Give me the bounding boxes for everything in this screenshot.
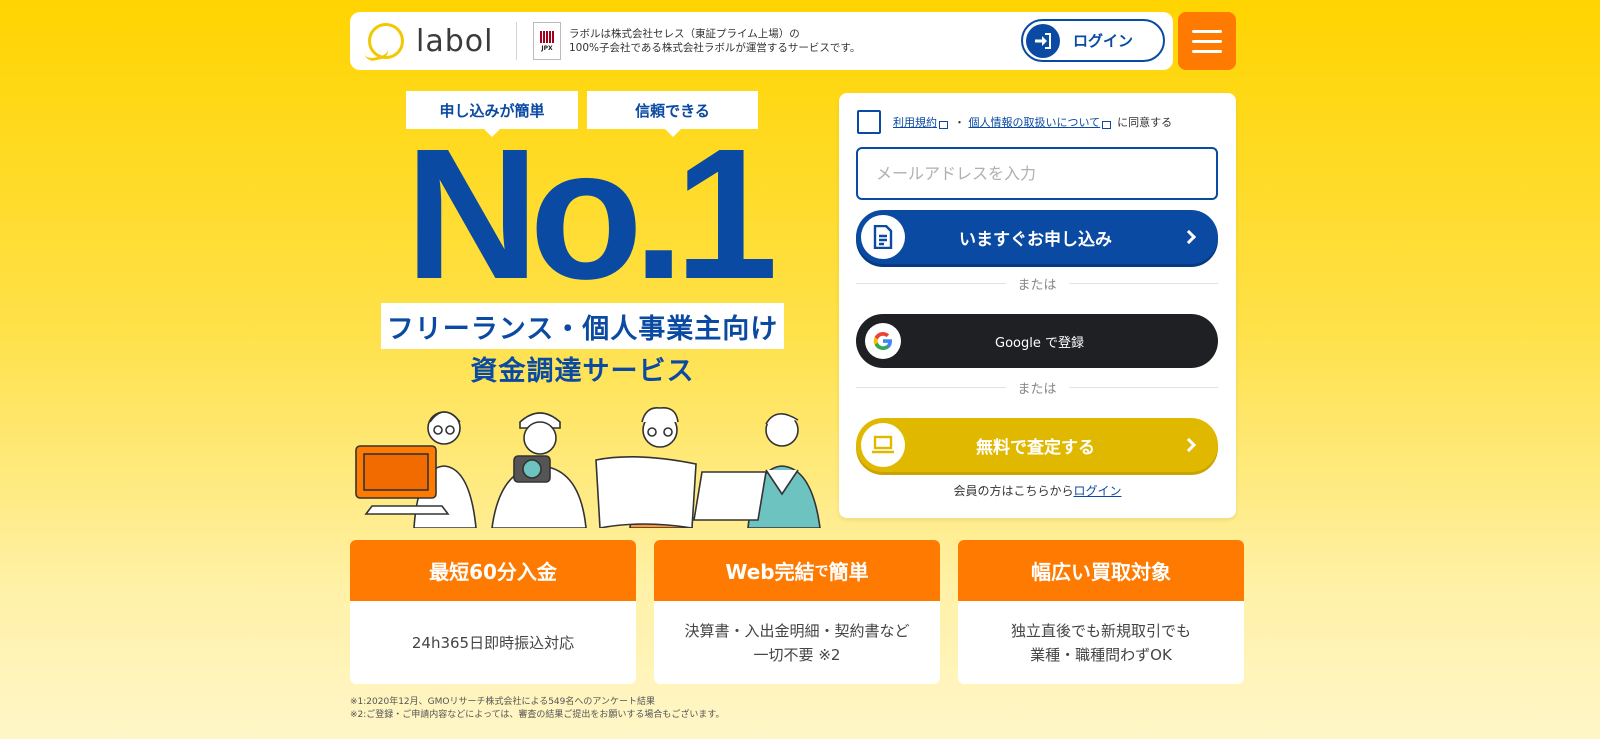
google-icon <box>865 323 901 359</box>
free-assessment-button[interactable]: 無料で査定する <box>856 418 1218 472</box>
external-link-icon <box>939 121 948 129</box>
labol-logo[interactable]: labol <box>368 19 498 63</box>
hamburger-icon-bar <box>1192 49 1222 53</box>
feature-title-text: Web完結 <box>725 560 815 584</box>
feature-title-text: 幅広い買取対象 <box>1031 560 1171 584</box>
feature-body: 決算書・入出金明細・契約書など 一切不要 ※2 <box>654 601 940 684</box>
jpx-mark-icon <box>540 30 554 43</box>
document-icon <box>861 215 905 259</box>
hero-subtitle-line2: 資金調達サービス <box>470 355 695 387</box>
feature-title: 最短60分入金 <box>350 540 636 601</box>
jpx-label: JPX <box>541 44 553 52</box>
privacy-link[interactable]: 個人情報の取扱いについて <box>969 114 1101 130</box>
logo-mark-icon <box>368 23 404 59</box>
jpx-logo: JPX <box>533 22 561 60</box>
signup-card: 利用規約 ・ 個人情報の取扱いについて に同意する いますぐお申し込み または <box>839 93 1236 518</box>
member-login-link[interactable]: ログイン <box>1074 484 1122 498</box>
feature-card-wide-coverage: 幅広い買取対象 独立直後でも新規取引でも 業種・職種問わずOK <box>958 540 1244 684</box>
or-label: または <box>1017 382 1057 397</box>
header-note-line1: ラボルは株式会社セレス（東証プライム上場）の <box>569 28 800 40</box>
agree-suffix: に同意する <box>1117 116 1173 129</box>
chevron-right-icon <box>1181 229 1197 245</box>
google-signup-button[interactable]: Google で登録 <box>856 314 1218 368</box>
header-note-line2: 100%子会社である株式会社ラボルが運営するサービスです。 <box>569 42 861 54</box>
feature-body: 独立直後でも新規取引でも 業種・職種問わずOK <box>958 601 1244 684</box>
site-header: labol JPX ラボルは株式会社セレス（東証プライム上場）の 100%子会社… <box>350 12 1173 70</box>
footnotes: ※1:2020年12月、GMOリサーチ株式会社による549名へのアンケート結果 … <box>350 696 725 722</box>
feature-title-small: で <box>814 563 829 580</box>
hamburger-icon-bar <box>1192 29 1222 33</box>
separator: ・ <box>954 116 965 129</box>
apply-now-label: いますぐお申し込み <box>959 229 1112 250</box>
header-note: ラボルは株式会社セレス（東証プライム上場）の 100%子会社である株式会社ラボル… <box>569 27 879 55</box>
feature-line1: 独立直後でも新規取引でも <box>1010 621 1191 640</box>
or-label: または <box>1017 278 1057 293</box>
feature-title-text: 最短60分入金 <box>429 560 557 584</box>
member-text: 会員の方はこちらから <box>953 484 1074 498</box>
feature-card-web-complete: Web完結で簡単 決算書・入出金明細・契約書など 一切不要 ※2 <box>654 540 940 684</box>
feature-title: 幅広い買取対象 <box>958 540 1244 601</box>
logo-text: labol <box>416 23 494 59</box>
login-button[interactable]: ログイン <box>1021 19 1165 62</box>
menu-button[interactable] <box>1178 12 1236 70</box>
hero-subtitle-line1: フリーランス・個人事業主向け <box>381 303 784 349</box>
feature-title-after: 簡単 <box>828 560 869 584</box>
login-arrow-icon <box>1026 23 1060 58</box>
agree-text: 利用規約 ・ 個人情報の取扱いについて に同意する <box>893 114 1172 130</box>
free-assessment-label: 無料で査定する <box>976 437 1095 458</box>
feature-line1: 決算書・入出金明細・契約書など <box>684 621 910 640</box>
chevron-right-icon <box>1181 437 1197 453</box>
feature-body: 24h365日即時振込対応 <box>350 601 636 684</box>
agree-checkbox[interactable] <box>857 110 881 134</box>
laptop-icon <box>861 423 905 467</box>
member-login-text: 会員の方はこちらからログイン <box>839 482 1236 499</box>
feature-line2: 一切不要 ※2 <box>753 645 841 664</box>
headline-note: ※1 <box>735 263 759 279</box>
hamburger-icon-bar <box>1192 39 1222 43</box>
footnote-1: ※1:2020年12月、GMOリサーチ株式会社による549名へのアンケート結果 <box>350 697 656 707</box>
header-divider <box>516 22 517 60</box>
terms-agreement: 利用規約 ・ 個人情報の取扱いについて に同意する <box>857 110 1172 134</box>
or-divider: または <box>856 378 1218 397</box>
google-signup-label: Google で登録 <box>995 335 1084 351</box>
or-divider: または <box>856 274 1218 293</box>
feature-line2: 業種・職種問わずOK <box>1030 645 1172 664</box>
feature-line1: 24h365日即時振込対応 <box>411 633 575 652</box>
feature-card-fast-payment: 最短60分入金 24h365日即時振込対応 <box>350 540 636 684</box>
apply-now-button[interactable]: いますぐお申し込み <box>856 210 1218 264</box>
headline-no1: No.1 <box>405 111 778 318</box>
email-input[interactable] <box>856 147 1218 200</box>
feature-title: Web完結で簡単 <box>654 540 940 601</box>
freelancers-illustration <box>355 406 821 528</box>
login-label: ログイン <box>1073 32 1134 50</box>
terms-link[interactable]: 利用規約 <box>893 114 937 130</box>
external-link-icon <box>1102 121 1112 129</box>
footnote-2: ※2:ご登録・ご申請内容などによっては、審査の結果ご提出をお願いする場合もござい… <box>350 710 725 720</box>
